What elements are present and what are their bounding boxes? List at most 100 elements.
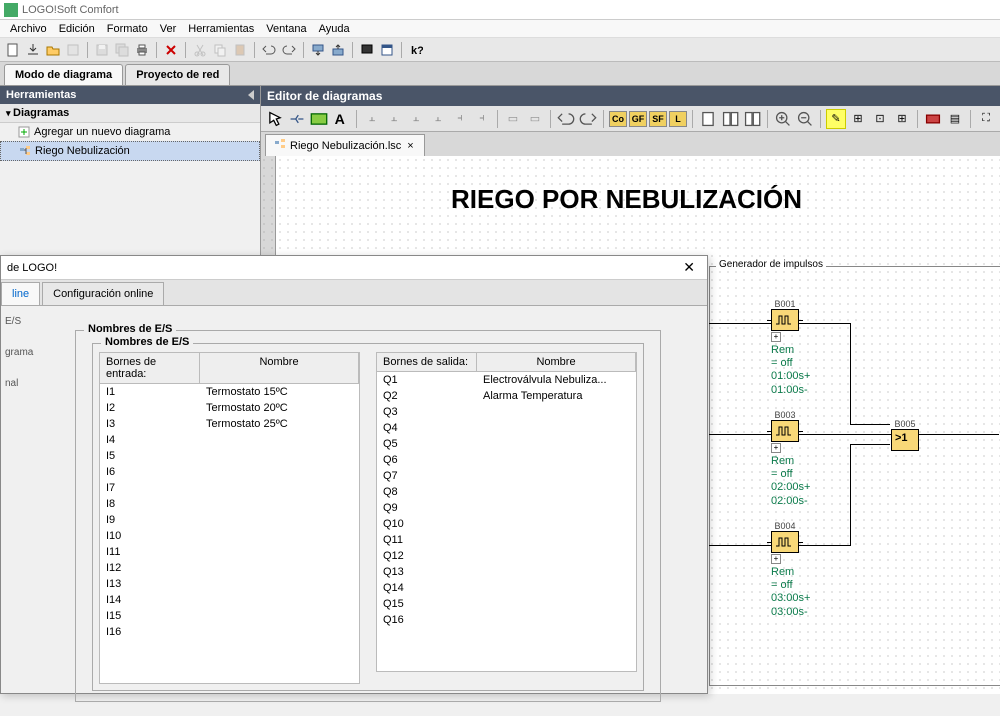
dist-h-icon[interactable]: ⫞ bbox=[450, 109, 470, 129]
cell-name[interactable] bbox=[200, 608, 359, 624]
highlight-icon[interactable]: ✎ bbox=[826, 109, 846, 129]
table-row[interactable]: Q9 bbox=[377, 500, 636, 516]
close-icon[interactable] bbox=[64, 41, 82, 59]
expand-icon[interactable]: + bbox=[771, 332, 781, 342]
ungroup-icon[interactable]: ▭ bbox=[525, 109, 545, 129]
sim-icon[interactable] bbox=[923, 109, 943, 129]
cell-name[interactable] bbox=[200, 432, 359, 448]
table-row[interactable]: Q16 bbox=[377, 612, 636, 628]
cell-name[interactable]: Termostato 20ºC bbox=[200, 400, 359, 416]
table-row[interactable]: I11 bbox=[100, 544, 359, 560]
table-row[interactable]: Q14 bbox=[377, 580, 636, 596]
diagrams-section[interactable]: Diagramas bbox=[0, 104, 260, 123]
table-row[interactable]: Q10 bbox=[377, 516, 636, 532]
cell-name[interactable] bbox=[477, 436, 636, 452]
group-icon[interactable]: ▭ bbox=[503, 109, 523, 129]
cell-name[interactable] bbox=[477, 580, 636, 596]
table-row[interactable]: I7 bbox=[100, 480, 359, 496]
table-row[interactable]: I14 bbox=[100, 592, 359, 608]
expand-icon[interactable]: + bbox=[771, 554, 781, 564]
menu-ver[interactable]: Ver bbox=[154, 21, 183, 37]
undo-icon[interactable] bbox=[260, 41, 278, 59]
text-frame-icon[interactable] bbox=[309, 109, 329, 129]
tree-item[interactable]: grama bbox=[1, 337, 41, 368]
print-icon[interactable] bbox=[133, 41, 151, 59]
align-right-icon[interactable]: ⫠ bbox=[384, 109, 404, 129]
inputs-body[interactable]: I1Termostato 15ºCI2Termostato 20ºCI3Term… bbox=[99, 384, 360, 684]
saveall-icon[interactable] bbox=[113, 41, 131, 59]
table-row[interactable]: I15 bbox=[100, 608, 359, 624]
menu-ayuda[interactable]: Ayuda bbox=[313, 21, 356, 37]
table-row[interactable]: Q15 bbox=[377, 596, 636, 612]
tab-diagram-mode[interactable]: Modo de diagrama bbox=[4, 64, 123, 85]
tab-network-project[interactable]: Proyecto de red bbox=[125, 64, 230, 85]
table-row[interactable]: I5 bbox=[100, 448, 359, 464]
cell-name[interactable] bbox=[477, 452, 636, 468]
menu-formato[interactable]: Formato bbox=[101, 21, 154, 37]
help-icon[interactable]: k? bbox=[407, 41, 425, 59]
table-row[interactable]: Q6 bbox=[377, 452, 636, 468]
table-row[interactable]: Q13 bbox=[377, 564, 636, 580]
file-tab-close-icon[interactable]: × bbox=[405, 140, 415, 152]
cell-name[interactable] bbox=[477, 404, 636, 420]
cell-name[interactable] bbox=[477, 596, 636, 612]
block-b004[interactable]: B004 + Rem = off 03:00s+ 03:00s- bbox=[771, 521, 799, 619]
zoom-in-icon[interactable] bbox=[773, 109, 793, 129]
undo-icon[interactable] bbox=[556, 109, 576, 129]
menu-ventana[interactable]: Ventana bbox=[260, 21, 312, 37]
cell-name[interactable] bbox=[200, 592, 359, 608]
cell-name[interactable] bbox=[477, 484, 636, 500]
table-row[interactable]: Q11 bbox=[377, 532, 636, 548]
online-icon[interactable]: ▤ bbox=[945, 109, 965, 129]
tab-offline[interactable]: line bbox=[1, 282, 40, 305]
cell-name[interactable] bbox=[200, 576, 359, 592]
connect-icon[interactable] bbox=[287, 109, 307, 129]
table-row[interactable]: I8 bbox=[100, 496, 359, 512]
dialog-close-icon[interactable]: ✕ bbox=[677, 259, 701, 276]
cell-name[interactable] bbox=[477, 532, 636, 548]
cell-name[interactable] bbox=[200, 496, 359, 512]
dist-v-icon[interactable]: ⫞ bbox=[472, 109, 492, 129]
redo-icon[interactable] bbox=[280, 41, 298, 59]
table-row[interactable]: Q12 bbox=[377, 548, 636, 564]
cell-name[interactable] bbox=[200, 624, 359, 640]
table-row[interactable]: I13 bbox=[100, 576, 359, 592]
expand-icon[interactable]: ⛶ bbox=[976, 109, 996, 129]
block-b005[interactable]: B005 >1 bbox=[891, 419, 919, 451]
snap-icon[interactable]: ⊡ bbox=[870, 109, 890, 129]
new-icon[interactable] bbox=[4, 41, 22, 59]
redo-icon[interactable] bbox=[578, 109, 598, 129]
menu-herramientas[interactable]: Herramientas bbox=[182, 21, 260, 37]
tree-item[interactable]: E/S bbox=[1, 306, 41, 337]
table-row[interactable]: Q4 bbox=[377, 420, 636, 436]
block-b001[interactable]: B001 + Rem = off 01:00s+ 01:00s- bbox=[771, 299, 799, 397]
table-row[interactable]: Q8 bbox=[377, 484, 636, 500]
collapse-icon[interactable] bbox=[248, 90, 254, 100]
text-icon[interactable]: A bbox=[331, 109, 351, 129]
transfer-up-icon[interactable] bbox=[329, 41, 347, 59]
cell-name[interactable] bbox=[200, 544, 359, 560]
window-icon[interactable] bbox=[378, 41, 396, 59]
cell-name[interactable]: Termostato 15ºC bbox=[200, 384, 359, 400]
align-left-icon[interactable]: ⫠ bbox=[362, 109, 382, 129]
page-split-v-icon[interactable] bbox=[720, 109, 740, 129]
const-l-button[interactable]: L bbox=[669, 111, 687, 127]
table-row[interactable]: Q2Alarma Temperatura bbox=[377, 388, 636, 404]
download-icon[interactable] bbox=[24, 41, 42, 59]
table-row[interactable]: I4 bbox=[100, 432, 359, 448]
cell-name[interactable] bbox=[200, 448, 359, 464]
table-row[interactable]: I16 bbox=[100, 624, 359, 640]
menu-archivo[interactable]: Archivo bbox=[4, 21, 53, 37]
zoom-out-icon[interactable] bbox=[795, 109, 815, 129]
menu-edicion[interactable]: Edición bbox=[53, 21, 101, 37]
cell-name[interactable] bbox=[477, 612, 636, 628]
table-row[interactable]: Q7 bbox=[377, 468, 636, 484]
cell-name[interactable] bbox=[477, 468, 636, 484]
cell-name[interactable] bbox=[200, 560, 359, 576]
delete-icon[interactable] bbox=[162, 41, 180, 59]
file-tab[interactable]: Riego Nebulización.lsc × bbox=[265, 134, 425, 156]
cell-name[interactable] bbox=[200, 464, 359, 480]
align-bottom-icon[interactable]: ⫠ bbox=[428, 109, 448, 129]
cell-name[interactable]: Termostato 25ºC bbox=[200, 416, 359, 432]
dialog-titlebar[interactable]: de LOGO! ✕ bbox=[1, 256, 707, 280]
